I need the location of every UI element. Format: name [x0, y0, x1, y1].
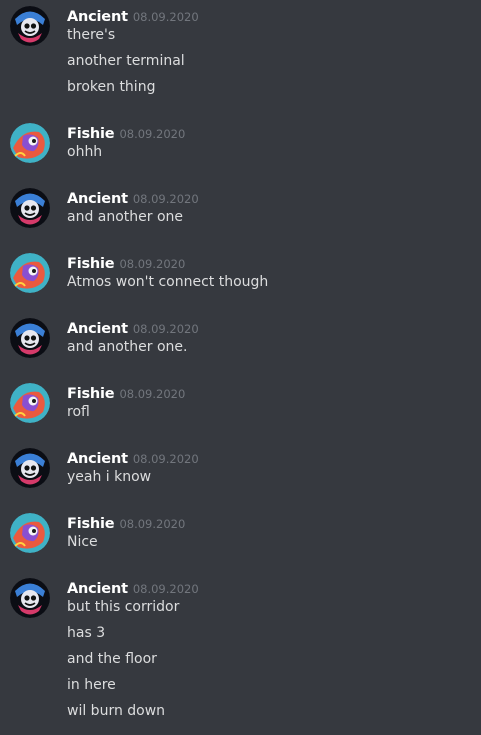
message-line: there's	[67, 27, 116, 43]
message-line: rofl	[67, 404, 90, 420]
message-content: and another one	[67, 208, 183, 234]
message-content: there's another terminal broken thing	[67, 26, 185, 104]
message-line: but this corridor	[67, 599, 180, 615]
message-content: ohhh	[67, 143, 102, 169]
message-line: and another one	[67, 209, 184, 225]
message-timestamp: 08.09.2020	[119, 387, 186, 401]
message-timestamp: 08.09.2020	[132, 452, 199, 466]
message-header: Fishie 08.09.2020	[67, 513, 185, 533]
message-timestamp: 08.09.2020	[132, 192, 199, 206]
message-line: wil burn down	[67, 703, 166, 719]
message-content: and another one.	[67, 338, 188, 364]
fishie-avatar[interactable]	[10, 513, 50, 553]
message-timestamp: 08.09.2020	[119, 257, 186, 271]
author-name[interactable]: Ancient	[67, 9, 128, 25]
message-header: Ancient 08.09.2020	[67, 6, 199, 26]
message-timestamp: 08.09.2020	[132, 10, 199, 24]
ancient-avatar[interactable]	[10, 188, 50, 228]
message-content: but this corridor has 3 and the floor in…	[67, 598, 179, 728]
message-content: rofl	[67, 403, 90, 429]
message-line: Nice	[67, 534, 98, 550]
message-line: another terminal	[67, 53, 185, 69]
message-content: Atmos won't connect though	[67, 273, 268, 299]
message-timestamp: 08.09.2020	[132, 582, 199, 596]
message-line: Atmos won't connect though	[67, 274, 269, 290]
ancient-avatar[interactable]	[10, 318, 50, 358]
author-name[interactable]: Fishie	[67, 516, 115, 532]
fishie-avatar[interactable]	[10, 383, 50, 423]
message-header: Ancient 08.09.2020	[67, 188, 199, 208]
author-name[interactable]: Fishie	[67, 126, 115, 142]
author-name[interactable]: Ancient	[67, 321, 128, 337]
fishie-avatar[interactable]	[10, 253, 50, 293]
message-header: Fishie 08.09.2020	[67, 383, 185, 403]
message-line: has 3	[67, 625, 106, 641]
message-line: ohhh	[67, 144, 103, 160]
message-header: Ancient 08.09.2020	[67, 318, 199, 338]
message-line: broken thing	[67, 79, 156, 95]
message-header: Ancient 08.09.2020	[67, 448, 199, 468]
message-timestamp: 08.09.2020	[119, 127, 186, 141]
message-line: and the floor	[67, 651, 157, 667]
author-name[interactable]: Ancient	[67, 191, 128, 207]
chat-message-list[interactable]: Ancient 08.09.2020 there's another termin…	[0, 0, 481, 735]
ancient-avatar[interactable]	[10, 578, 50, 618]
message-timestamp: 08.09.2020	[132, 322, 199, 336]
message-header: Ancient 08.09.2020	[67, 578, 199, 598]
author-name[interactable]: Fishie	[67, 256, 115, 272]
fishie-avatar[interactable]	[10, 123, 50, 163]
message-content: Nice	[67, 533, 98, 559]
message-line: yeah i know	[67, 469, 152, 485]
author-name[interactable]: Fishie	[67, 386, 115, 402]
author-name[interactable]: Ancient	[67, 451, 128, 467]
message-header: Fishie 08.09.2020	[67, 123, 185, 143]
message-timestamp: 08.09.2020	[119, 517, 186, 531]
message-content: yeah i know	[67, 468, 151, 494]
author-name[interactable]: Ancient	[67, 581, 128, 597]
message-line: in here	[67, 677, 116, 693]
ancient-avatar[interactable]	[10, 448, 50, 488]
message-line: and another one.	[67, 339, 188, 355]
message-header: Fishie 08.09.2020	[67, 253, 185, 273]
ancient-avatar[interactable]	[10, 6, 50, 46]
